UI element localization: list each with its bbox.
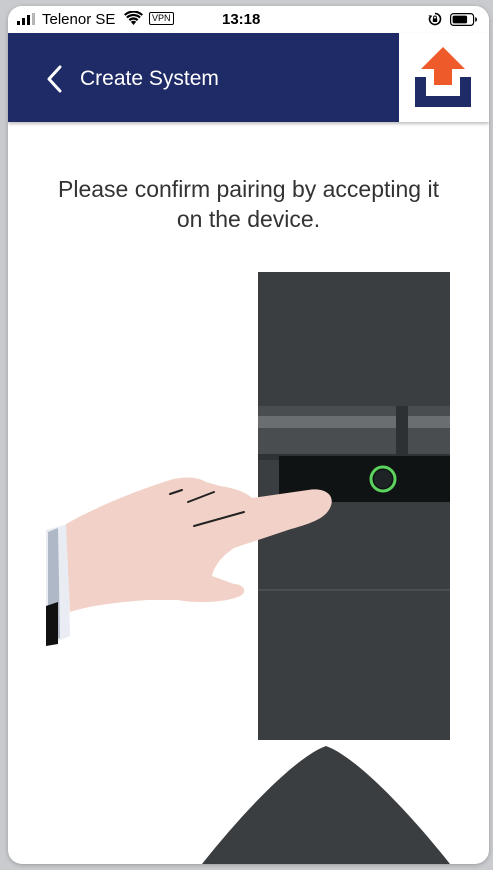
pairing-illustration [46,272,450,864]
carrier-name: Telenor SE [42,11,116,28]
signal-strength-icon [17,13,35,25]
app-header: Create System [8,33,489,122]
status-clock: 13:18 [222,11,261,28]
wifi-icon [124,11,143,25]
phone-screen: Telenor SE VPN 13:18 Create System Pleas… [8,6,489,864]
battery-icon [450,13,477,26]
back-button[interactable] [34,59,74,99]
page-title: Create System [80,67,219,90]
chevron-left-icon [47,65,62,93]
upload-arrow-logo-icon [415,47,471,107]
pairing-instruction: Please confirm pairing by accepting it o… [58,176,439,232]
decorative-dark-shape [202,746,450,864]
app-logo [399,33,489,122]
rotation-lock-icon [428,12,442,26]
status-bar: Telenor SE VPN 13:18 [8,6,489,33]
vpn-badge: VPN [149,12,174,25]
